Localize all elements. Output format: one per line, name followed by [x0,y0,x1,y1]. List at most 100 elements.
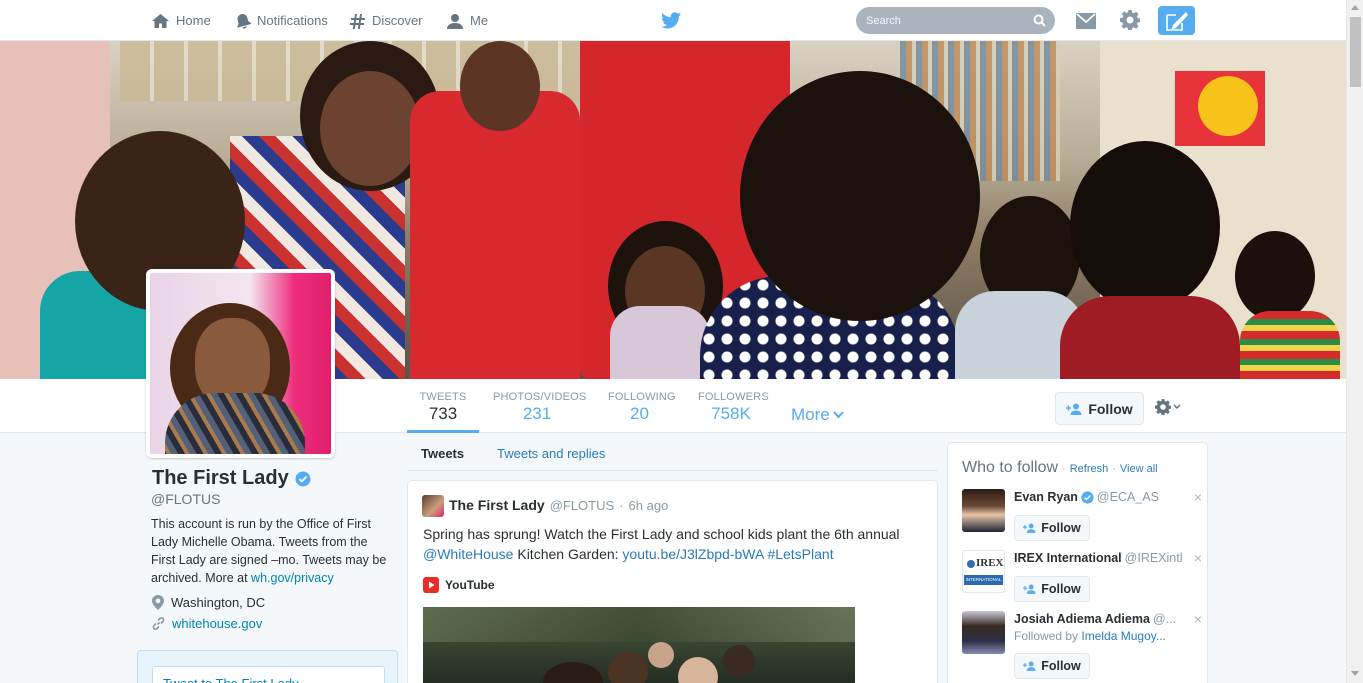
who-to-follow-module: Who to follow · Refresh · View all Evan … [947,442,1208,683]
tweet-timestamp[interactable]: 6h ago [629,498,669,513]
tweet-hashtag-link[interactable]: #LetsPlant [767,546,833,562]
suggestion-follow-label: Follow [1041,521,1081,535]
page-scrollbar[interactable] [1346,0,1363,683]
irex-logo-text: IREX [976,557,1004,569]
suggestion-name-row[interactable]: IREX International @IREXintl [1014,551,1184,565]
dismiss-suggestion-icon[interactable]: × [1194,489,1202,505]
link-icon [152,617,165,630]
more-menu[interactable]: More [791,405,844,425]
tweet-to-input[interactable]: Tweet to The First Lady [152,666,385,683]
dismiss-suggestion-icon[interactable]: × [1194,550,1202,566]
tab-tweets[interactable]: Tweets [421,446,464,461]
bio-privacy-link[interactable]: wh.gov/privacy [251,571,334,585]
user-actions-dropdown[interactable] [1155,399,1181,415]
stat-photos-label: PHOTOS/VIDEOS [493,391,587,403]
verified-badge-icon [295,471,311,486]
scroll-up-arrow[interactable] [1351,5,1359,10]
tweet-mention-link[interactable]: @WhiteHouse [423,546,513,562]
profile-website: whitehouse.gov [152,616,262,631]
person-icon [447,13,463,29]
suggestion-avatar[interactable] [962,489,1005,532]
suggestion-follow-button[interactable]: Follow [1014,653,1090,679]
profile-name: The First Lady [152,467,311,490]
suggestion-followed-by: Followed by Imelda Mugoy... [1014,629,1166,643]
tweet-text-part-2: Kitchen Garden: [513,546,623,562]
tweet-video-thumbnail[interactable] [423,607,855,683]
bell-icon [237,13,251,29]
suggestion-handle: @ECA_AS [1096,490,1159,504]
title-dot: · [1112,463,1116,475]
suggestion-follow-label: Follow [1041,659,1081,673]
search-input[interactable] [866,14,1026,27]
stat-followers[interactable]: FOLLOWERS 758K [698,379,769,433]
who-to-follow-header: Who to follow · Refresh · View all [962,459,1158,477]
stat-photos-videos[interactable]: PHOTOS/VIDEOS 231 [493,379,587,433]
stat-following-label: FOLLOWING [608,391,676,403]
twitter-bird-icon[interactable] [661,12,681,29]
nav-me-label: Me [470,13,489,28]
tweet-header: The First Lady @FLOTUS · 6h ago [449,497,668,513]
compose-tweet-button[interactable] [1158,6,1195,35]
suggestion-avatar[interactable]: IREX INTERNATIONAL [962,550,1005,593]
home-icon [152,13,169,28]
profile-location: Washington, DC [152,595,265,610]
suggestion-item: IREX INTERNATIONAL IREX International @I… [962,550,1202,610]
suggestion-name: Evan Ryan [1014,490,1078,504]
tweet-author-name[interactable]: The First Lady [449,497,545,513]
view-all-link[interactable]: View all [1120,463,1158,475]
stat-tweets[interactable]: TWEETS 733 [407,379,479,433]
more-label: More [791,405,830,424]
nav-notifications-label: Notifications [257,13,328,28]
stat-tweets-label: TWEETS [419,391,467,403]
tweet-item[interactable]: The First Lady @FLOTUS · 6h ago Spring h… [407,480,938,683]
quill-icon [1165,11,1188,31]
dismiss-suggestion-icon[interactable]: × [1194,611,1202,627]
location-pin-icon [152,595,164,610]
tweet-author-handle[interactable]: @FLOTUS [550,498,614,513]
stat-tweets-value: 733 [428,404,458,423]
suggestion-name-row[interactable]: Evan Ryan @ECA_AS [1014,490,1184,504]
stat-following[interactable]: FOLLOWING 20 [608,379,676,433]
nav-notifications[interactable]: Notifications [235,0,328,41]
profile-avatar[interactable] [146,269,335,458]
tweet-avatar[interactable] [422,495,444,517]
refresh-link[interactable]: Refresh [1070,463,1109,475]
title-dot: · [1062,463,1066,475]
profile-website-link[interactable]: whitehouse.gov [172,616,262,631]
stat-followers-value: 758K [711,404,751,423]
search-icon[interactable] [1033,14,1046,27]
nav-discover[interactable]: Discover [350,0,423,41]
envelope-icon[interactable] [1076,13,1096,29]
nav-discover-label: Discover [372,13,423,28]
suggestion-name-row[interactable]: Josiah Adiema Adiema @... [1014,612,1184,626]
suggestion-handle: @... [1152,612,1177,626]
suggestion-avatar[interactable] [962,611,1005,654]
chevron-down-icon [1173,404,1181,410]
nav-me[interactable]: Me [446,0,488,41]
followed-by-link[interactable]: Imelda Mugoy... [1081,629,1165,643]
profile-location-text: Washington, DC [171,595,266,610]
chevron-down-icon [832,411,844,419]
suggestion-follow-button[interactable]: Follow [1014,576,1090,602]
media-card-source[interactable]: YouTube [423,577,495,593]
follow-button[interactable]: Follow [1055,392,1144,425]
add-user-icon [1066,403,1082,415]
who-to-follow-title: Who to follow [962,459,1059,476]
top-navigation-bar: Home Notifications Discover Me [0,0,1346,41]
verified-badge-icon [1081,490,1094,504]
nav-home[interactable]: Home [151,0,211,41]
tab-tweets-and-replies[interactable]: Tweets and replies [497,446,605,461]
tweet-text: Spring has sprung! Watch the First Lady … [423,524,923,564]
scroll-down-arrow[interactable] [1351,671,1359,676]
gear-icon[interactable] [1120,10,1140,30]
hashtag-icon [350,13,365,29]
suggestion-follow-button[interactable]: Follow [1014,515,1090,541]
tweet-separator: · [619,498,624,513]
irex-logo-subtext: INTERNATIONAL [964,575,1003,585]
search-box[interactable] [856,7,1055,34]
tweet-url-link[interactable]: youtu.be/J3lZbpd-bWA [622,546,763,562]
suggestion-item: Evan Ryan @ECA_AS × Follow [962,489,1202,549]
tweet-text-part-1: Spring has sprung! Watch the First Lady … [423,526,900,542]
add-user-icon [1023,584,1036,594]
scrollbar-thumb[interactable] [1350,17,1361,87]
